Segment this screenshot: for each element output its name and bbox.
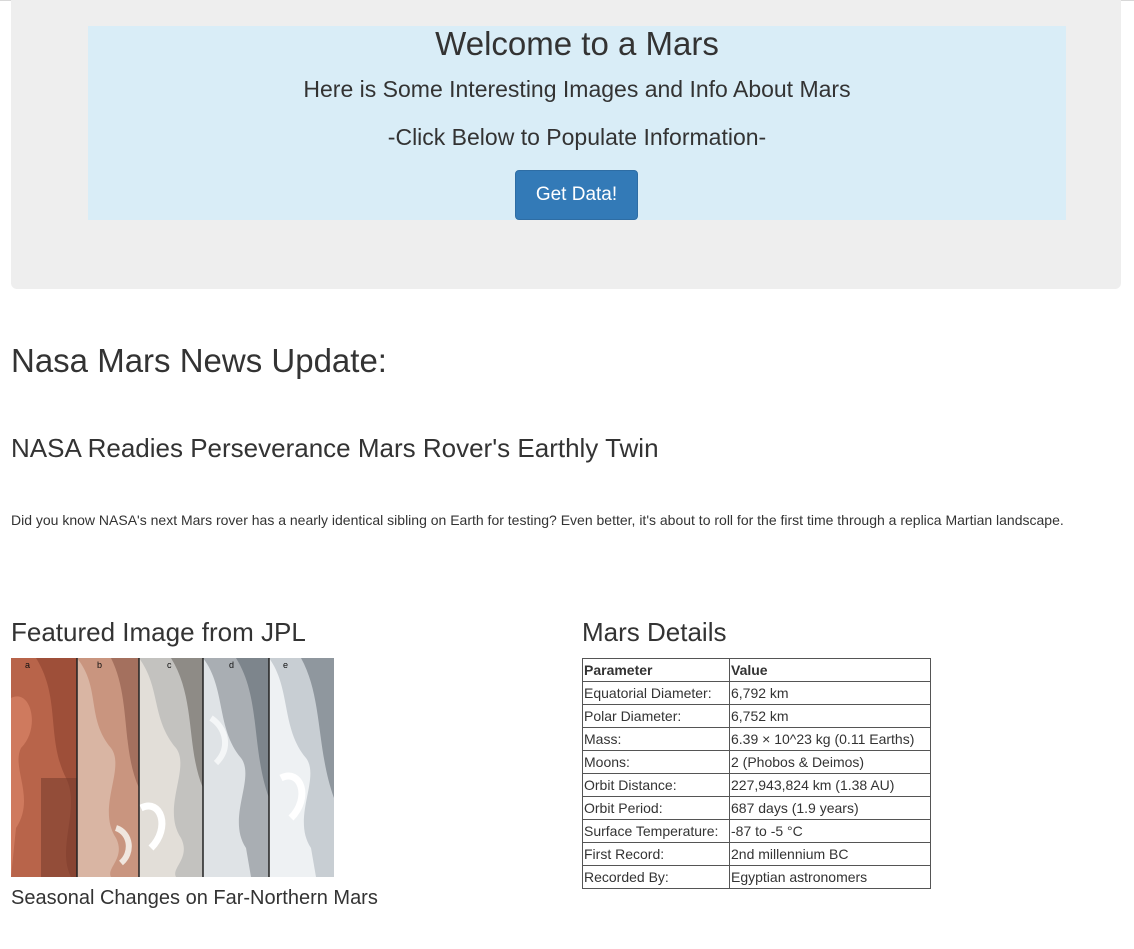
table-row: Surface Temperature: -87 to -5 °C [582, 819, 931, 843]
news-title: NASA Readies Perseverance Mars Rover's E… [11, 433, 659, 463]
jumbotron: Welcome to a Mars Here is Some Interesti… [11, 0, 1121, 289]
parameter-cell: Polar Diameter: [582, 704, 730, 728]
parameter-cell: Orbit Distance: [582, 773, 730, 797]
table-row: Polar Diameter: 6,752 km [582, 704, 931, 728]
mars-dunes-image: a b c d e [11, 658, 334, 877]
mars-details-heading: Mars Details [582, 617, 727, 647]
featured-image-heading: Featured Image from JPL [11, 617, 306, 647]
panel-label-e: e [283, 660, 288, 670]
hero-cta-text: -Click Below to Populate Information- [387, 124, 767, 150]
parameter-cell: First Record: [582, 842, 730, 866]
hero-box: Welcome to a Mars Here is Some Interesti… [88, 26, 1066, 220]
column-header-parameter: Parameter [582, 658, 730, 682]
value-cell: 227,943,824 km (1.38 AU) [729, 773, 931, 797]
value-cell: -87 to -5 °C [729, 819, 931, 843]
mars-facts-table: Parameter Value Equatorial Diameter: 6,7… [582, 658, 931, 889]
table-row: First Record: 2nd millennium BC [582, 842, 931, 866]
panel-label-b: b [97, 660, 102, 670]
value-cell: 687 days (1.9 years) [729, 796, 931, 820]
news-paragraph: Did you know NASA's next Mars rover has … [11, 512, 1064, 528]
parameter-cell: Moons: [582, 750, 730, 774]
table-row: Equatorial Diameter: 6,792 km [582, 681, 931, 705]
column-header-value: Value [729, 658, 931, 682]
parameter-cell: Orbit Period: [582, 796, 730, 820]
parameter-cell: Equatorial Diameter: [582, 681, 730, 705]
featured-image[interactable]: a b c d e [11, 658, 334, 877]
table-row: Mass: 6.39 × 10^23 kg (0.11 Earths) [582, 727, 931, 751]
get-data-button[interactable]: Get Data! [515, 170, 638, 220]
value-cell: 6.39 × 10^23 kg (0.11 Earths) [729, 727, 931, 751]
value-cell: 6,752 km [729, 704, 931, 728]
parameter-cell: Mass: [582, 727, 730, 751]
parameter-cell: Recorded By: [582, 865, 730, 889]
hero-subtitle: Here is Some Interesting Images and Info… [303, 76, 851, 102]
featured-image-caption: Seasonal Changes on Far-Northern Mars [11, 887, 378, 909]
value-cell: Egyptian astronomers [729, 865, 931, 889]
table-row: Orbit Distance: 227,943,824 km (1.38 AU) [582, 773, 931, 797]
value-cell: 6,792 km [729, 681, 931, 705]
table-row: Moons: 2 (Phobos & Deimos) [582, 750, 931, 774]
table-row: Recorded By: Egyptian astronomers [582, 865, 931, 889]
parameter-cell: Surface Temperature: [582, 819, 730, 843]
value-cell: 2 (Phobos & Deimos) [729, 750, 931, 774]
welcome-title: Welcome to a Mars [435, 25, 719, 62]
panel-label-d: d [229, 660, 234, 670]
table-header-row: Parameter Value [582, 658, 931, 682]
panel-label-c: c [167, 660, 172, 670]
news-heading: Nasa Mars News Update: [11, 342, 387, 379]
table-row: Orbit Period: 687 days (1.9 years) [582, 796, 931, 820]
value-cell: 2nd millennium BC [729, 842, 931, 866]
panel-label-a: a [25, 660, 30, 670]
